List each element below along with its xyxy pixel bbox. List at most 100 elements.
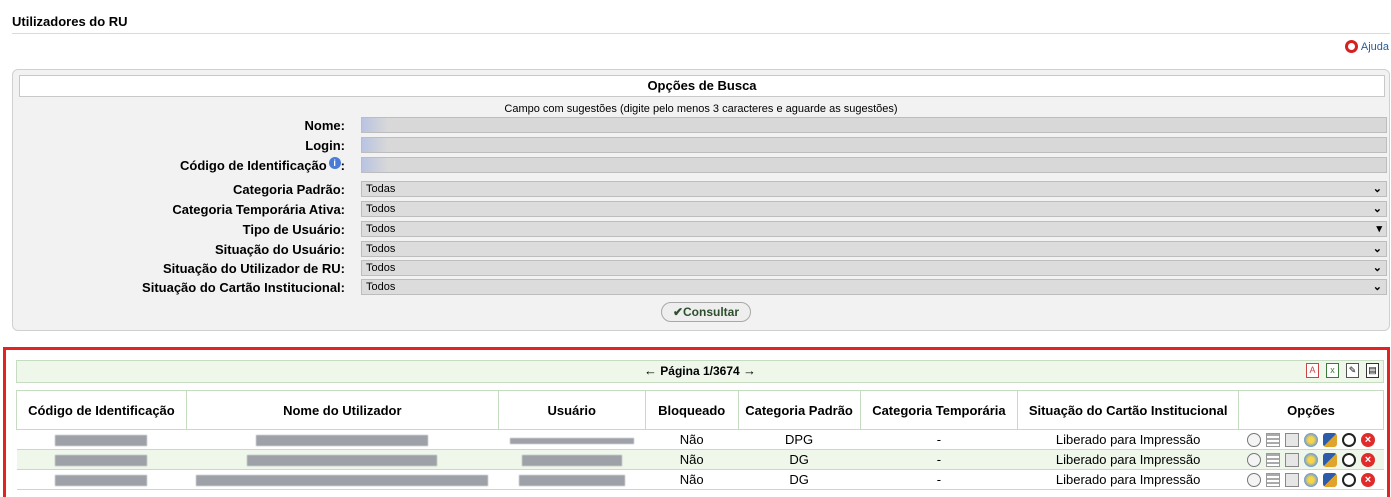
calculator-icon[interactable]	[1284, 452, 1299, 467]
chevron-down-icon: ⌄	[1372, 243, 1382, 255]
cell-codigo-redacted	[16, 469, 187, 490]
cell-situacao-cartao: Liberado para Impressão	[1017, 469, 1239, 490]
next-page-arrow[interactable]: →	[743, 363, 756, 378]
chevron-down-icon: ⌄	[1372, 262, 1382, 274]
list-icon[interactable]	[1265, 432, 1280, 447]
categoria-temporaria-select[interactable]: Todos ⌄	[361, 201, 1387, 217]
table-row[interactable]: Não DG - Liberado para Impressão ×	[16, 449, 1384, 470]
col-situacao-cartao: Situação do Cartão Institucional	[1017, 390, 1239, 430]
page-title: Utilizadores do RU	[12, 14, 1390, 34]
table-row[interactable]: Não DPG - Liberado para Impressão ×	[16, 429, 1384, 450]
cell-usuario-redacted	[498, 469, 646, 490]
help-link[interactable]: Ajuda	[1344, 40, 1389, 53]
situacao-utilizador-value: Todos	[366, 262, 396, 274]
label-codigo-text: Código de Identificação	[180, 158, 327, 173]
row-login: Login:	[13, 137, 1389, 154]
card-icon[interactable]	[1303, 472, 1318, 487]
pdf-icon[interactable]: A	[1306, 363, 1319, 378]
cell-categoria-temporaria: -	[860, 429, 1018, 450]
login-input[interactable]	[361, 137, 1387, 153]
calculator-icon[interactable]	[1284, 432, 1299, 447]
row-situacao-cartao: Situação do Cartão Institucional: Todos ⌄	[13, 279, 1389, 296]
block-icon[interactable]	[1341, 452, 1356, 467]
row-categoria-temporaria: Categoria Temporária Ativa: Todos ⌄	[13, 201, 1389, 218]
view-icon[interactable]	[1246, 432, 1261, 447]
cell-opcoes: ×	[1238, 449, 1384, 470]
card-icon[interactable]	[1303, 452, 1318, 467]
label-codigo-suffix: :	[340, 158, 345, 173]
edit-icon[interactable]: ✎	[1346, 363, 1359, 378]
label-tipo-usuario: Tipo de Usuário:	[242, 222, 345, 237]
row-situacao-usuario: Situação do Usuário: Todos ⌄	[13, 241, 1389, 258]
cell-bloqueado: Não	[645, 449, 739, 470]
cell-categoria-padrao: DG	[738, 449, 860, 470]
cell-codigo-redacted	[16, 449, 187, 470]
prev-page-arrow[interactable]: ←	[644, 363, 657, 378]
block-icon[interactable]	[1341, 472, 1356, 487]
label-situacao-cartao: Situação do Cartão Institucional:	[142, 280, 345, 295]
col-usuario: Usuário	[497, 390, 646, 430]
calculator-icon[interactable]	[1284, 472, 1299, 487]
categoria-padrao-select[interactable]: Todas ⌄	[361, 181, 1387, 197]
situacao-usuario-select[interactable]: Todos ⌄	[361, 241, 1387, 257]
situacao-usuario-value: Todos	[366, 243, 396, 255]
view-icon[interactable]	[1246, 472, 1261, 487]
cell-situacao-cartao: Liberado para Impressão	[1017, 429, 1239, 450]
row-nome: Nome:	[13, 117, 1389, 134]
list-icon[interactable]	[1265, 452, 1280, 467]
nome-input[interactable]	[361, 117, 1387, 133]
results-table: Código de Identificação Nome do Utilizad…	[16, 390, 1385, 490]
chevron-down-icon: ⌄	[1372, 203, 1382, 215]
col-opcoes: Opções	[1237, 390, 1385, 430]
cell-opcoes: ×	[1238, 469, 1384, 490]
cell-bloqueado: Não	[645, 429, 739, 450]
results-panel: ← Página 1/3674 → A x ✎ ▤ Código de Iden…	[3, 347, 1390, 497]
codigo-input[interactable]	[361, 157, 1387, 173]
situacao-cartao-value: Todos	[366, 281, 396, 293]
table-row[interactable]: Não DG - Liberado para Impressão ×	[16, 469, 1384, 490]
label-situacao-utilizador: Situação do Utilizador de RU:	[162, 261, 345, 276]
tipo-usuario-select[interactable]: Todos ▾	[361, 221, 1387, 237]
info-icon[interactable]: i	[328, 157, 341, 169]
label-situacao-usuario: Situação do Usuário:	[214, 242, 345, 257]
cell-nome-redacted	[186, 449, 499, 470]
cell-codigo-redacted	[16, 429, 187, 450]
cell-categoria-temporaria: -	[860, 469, 1018, 490]
situacao-utilizador-select[interactable]: Todos ⌄	[361, 260, 1387, 276]
excel-icon[interactable]: x	[1326, 363, 1339, 378]
cell-nome-redacted	[186, 429, 499, 450]
categoria-temporaria-value: Todos	[366, 203, 396, 215]
label-categoria-padrao: Categoria Padrão:	[233, 182, 345, 197]
print-icon[interactable]: ▤	[1366, 363, 1379, 378]
list-icon[interactable]	[1265, 472, 1280, 487]
page-indicator: Página 1/3674	[660, 364, 740, 378]
view-icon[interactable]	[1246, 452, 1261, 467]
triangle-down-icon: ▾	[1376, 223, 1382, 235]
table-header-row: Código de Identificação Nome do Utilizad…	[16, 390, 1385, 430]
col-categoria-temporaria: Categoria Temporária	[859, 390, 1019, 430]
delete-icon[interactable]: ×	[1360, 432, 1375, 447]
chevron-down-icon: ⌄	[1372, 183, 1382, 195]
cell-usuario-redacted	[498, 429, 646, 450]
search-hint: Campo com sugestões (digite pelo menos 3…	[504, 103, 898, 115]
consultar-label: Consultar	[683, 305, 740, 319]
users-icon[interactable]	[1322, 472, 1337, 487]
cell-categoria-padrao: DPG	[738, 429, 860, 450]
users-icon[interactable]	[1322, 452, 1337, 467]
cell-situacao-cartao: Liberado para Impressão	[1017, 449, 1239, 470]
label-codigo: Código de Identificação i:	[180, 157, 345, 174]
cell-categoria-temporaria: -	[860, 449, 1018, 470]
situacao-cartao-select[interactable]: Todos ⌄	[361, 279, 1387, 295]
delete-icon[interactable]: ×	[1360, 472, 1375, 487]
row-situacao-utilizador: Situação do Utilizador de RU: Todos ⌄	[13, 260, 1389, 277]
row-categoria-padrao: Categoria Padrão: Todas ⌄	[13, 181, 1389, 198]
export-icons: A x ✎ ▤	[1306, 363, 1379, 378]
users-icon[interactable]	[1322, 432, 1337, 447]
card-icon[interactable]	[1303, 432, 1318, 447]
pager: ← Página 1/3674 →	[17, 363, 1383, 378]
label-nome: Nome:	[304, 118, 345, 133]
consultar-button[interactable]: ✔Consultar	[661, 302, 751, 322]
search-panel: Opções de Busca Campo com sugestões (dig…	[12, 69, 1390, 331]
delete-icon[interactable]: ×	[1360, 452, 1375, 467]
block-icon[interactable]	[1341, 432, 1356, 447]
